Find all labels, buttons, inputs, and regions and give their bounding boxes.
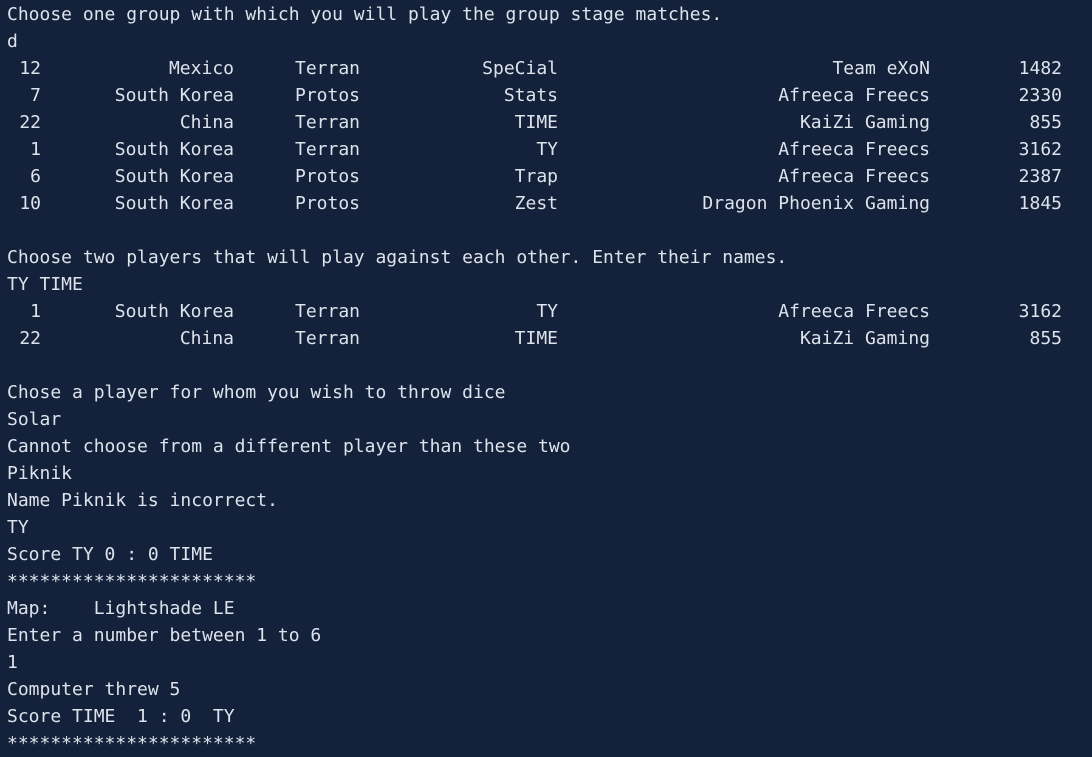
player-rating: 3162: [1018, 301, 1062, 322]
player-race: Protos: [295, 85, 361, 106]
player-race: Protos: [295, 193, 361, 214]
player-team: KaiZi Gaming: [799, 328, 930, 349]
player-country: Mexico: [168, 58, 234, 79]
player-race: Terran: [295, 58, 361, 79]
player-id: 1: [30, 139, 41, 160]
player-id: 12: [19, 58, 41, 79]
player-id: 7: [30, 85, 41, 106]
player-name: Zest: [514, 193, 558, 214]
table-row: 10 South Korea Protos Zest Dragon Phoenix Ga…: [7, 190, 1087, 217]
player-country: China: [179, 112, 234, 133]
table-row: 22 China Terran TIME KaiZi Gaming 855: [7, 109, 1087, 136]
player-id: 1: [30, 301, 41, 322]
table-row: 22 China Terran TIME KaiZi Gaming 855: [7, 325, 1087, 352]
player-team: Dragon Phoenix Gaming: [702, 193, 930, 214]
prompt-throw-dice: Chose a player for whom you wish to thro…: [7, 382, 506, 403]
user-input-ty: TY: [7, 517, 29, 538]
group-table: 12 Mexico Terran SpeCial Team eXoN 1482 7 South…: [7, 55, 1087, 217]
player-name: TIME: [514, 328, 558, 349]
player-name: TY: [536, 139, 558, 160]
user-input-number: 1: [7, 652, 18, 673]
player-race: Terran: [295, 112, 361, 133]
player-name: TIME: [514, 112, 558, 133]
player-rating: 1845: [1018, 193, 1062, 214]
separator-line: ***********************: [7, 571, 257, 592]
prompt-enter-number: Enter a number between 1 to 6: [7, 625, 322, 646]
player-rating: 3162: [1018, 139, 1062, 160]
player-rating: 855: [1029, 328, 1062, 349]
player-country: South Korea: [114, 139, 234, 160]
player-country: South Korea: [114, 85, 234, 106]
player-name: TY: [536, 301, 558, 322]
prompt-choose-players: Choose two players that will play agains…: [7, 247, 788, 268]
table-row: 6 South Korea Protos Trap Afreeca Freecs 2387: [7, 163, 1087, 190]
player-rating: 855: [1029, 112, 1062, 133]
player-country: South Korea: [114, 166, 234, 187]
terminal-output[interactable]: Choose one group with which you will pla…: [7, 1, 1087, 757]
player-id: 22: [19, 112, 41, 133]
player-country: South Korea: [114, 301, 234, 322]
player-rating: 2387: [1018, 166, 1062, 187]
player-id: 22: [19, 328, 41, 349]
player-team: Afreeca Freecs: [778, 139, 930, 160]
player-name: Stats: [503, 85, 558, 106]
player-rating: 1482: [1018, 58, 1062, 79]
player-race: Protos: [295, 166, 361, 187]
player-race: Terran: [295, 301, 361, 322]
separator-line: ***********************: [7, 733, 257, 754]
table-row: 1 South Korea Terran TY Afreeca Freecs 3162: [7, 298, 1087, 325]
player-id: 6: [30, 166, 41, 187]
player-rating: 2330: [1018, 85, 1062, 106]
user-input-players: TY TIME: [7, 274, 83, 295]
table-row: 12 Mexico Terran SpeCial Team eXoN 1482: [7, 55, 1087, 82]
player-team: Afreeca Freecs: [778, 301, 930, 322]
player-team: Afreeca Freecs: [778, 166, 930, 187]
player-name: Trap: [514, 166, 558, 187]
error-incorrect-name: Name Piknik is incorrect.: [7, 490, 278, 511]
table-row: 1 South Korea Terran TY Afreeca Freecs 3162: [7, 136, 1087, 163]
user-input-group: d: [7, 31, 18, 52]
computer-threw: Computer threw 5: [7, 679, 181, 700]
player-id: 10: [19, 193, 41, 214]
player-name: SpeCial: [482, 58, 558, 79]
player-team: Team eXoN: [832, 58, 930, 79]
prompt-choose-group: Choose one group with which you will pla…: [7, 4, 723, 25]
player-team: Afreeca Freecs: [778, 85, 930, 106]
table-row: 7 South Korea Protos Stats Afreeca Freecs 233…: [7, 82, 1087, 109]
score-update: Score TIME 1 : 0 TY: [7, 706, 235, 727]
selected-players-table: 1 South Korea Terran TY Afreeca Freecs 3162 22…: [7, 298, 1087, 352]
error-different-player: Cannot choose from a different player th…: [7, 436, 571, 457]
player-race: Terran: [295, 139, 361, 160]
player-team: KaiZi Gaming: [799, 112, 930, 133]
player-country: China: [179, 328, 234, 349]
map-line: Map: Lightshade LE: [7, 598, 235, 619]
score-initial: Score TY 0 : 0 TIME: [7, 544, 213, 565]
player-race: Terran: [295, 328, 361, 349]
user-input-solar: Solar: [7, 409, 62, 430]
player-country: South Korea: [114, 193, 234, 214]
user-input-piknik: Piknik: [7, 463, 73, 484]
